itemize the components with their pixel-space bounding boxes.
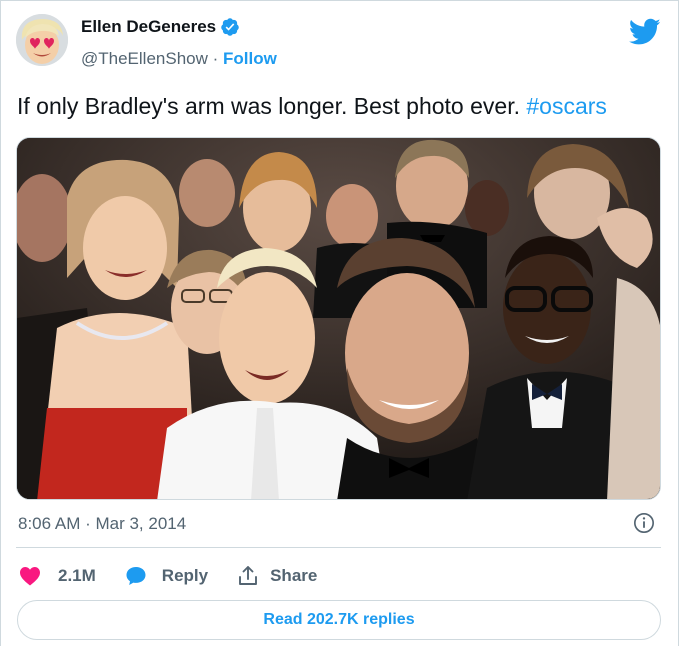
- tweet-body: If only Bradley's arm was longer. Best p…: [17, 93, 527, 119]
- tweet-timestamp[interactable]: 8:06 AM · Mar 3, 2014: [18, 514, 186, 534]
- share-upload-icon: [239, 566, 258, 585]
- read-replies-button[interactable]: Read 202.7K replies: [17, 600, 661, 640]
- oscars-selfie-image: [17, 138, 660, 499]
- verified-badge-icon: [221, 18, 239, 36]
- avatar-heart-eyes-emoji-icon: [16, 14, 68, 66]
- author-handle[interactable]: @TheEllenShow: [81, 49, 208, 68]
- tweet-photo[interactable]: [16, 137, 661, 500]
- share-label: Share: [270, 566, 318, 585]
- tweet-text: If only Bradley's arm was longer. Best p…: [17, 93, 607, 120]
- author-display-name[interactable]: Ellen DeGeneres: [81, 17, 216, 37]
- heart-icon: [20, 567, 40, 586]
- hashtag-link[interactable]: #oscars: [526, 93, 607, 119]
- handle-separator: ·: [207, 49, 223, 68]
- speech-bubble-icon: [126, 567, 146, 585]
- author-handle-row: @TheEllenShow · Follow: [81, 49, 277, 69]
- tweet-embed-card: Ellen DeGeneres @TheEllenShow · Follow I…: [0, 0, 679, 646]
- like-button[interactable]: 2.1M: [18, 564, 96, 588]
- reply-label: Reply: [161, 566, 209, 585]
- twitter-bird-icon[interactable]: [629, 18, 661, 46]
- info-icon[interactable]: [633, 512, 655, 534]
- divider: [16, 547, 661, 548]
- avatar[interactable]: [16, 14, 68, 66]
- action-bar: 2.1M Reply Share: [18, 561, 317, 591]
- like-count: 2.1M: [58, 566, 96, 585]
- share-button[interactable]: Share: [236, 564, 317, 588]
- reply-button[interactable]: Reply: [124, 564, 208, 588]
- author-name-row: Ellen DeGeneres: [81, 17, 240, 37]
- follow-button[interactable]: Follow: [223, 49, 277, 68]
